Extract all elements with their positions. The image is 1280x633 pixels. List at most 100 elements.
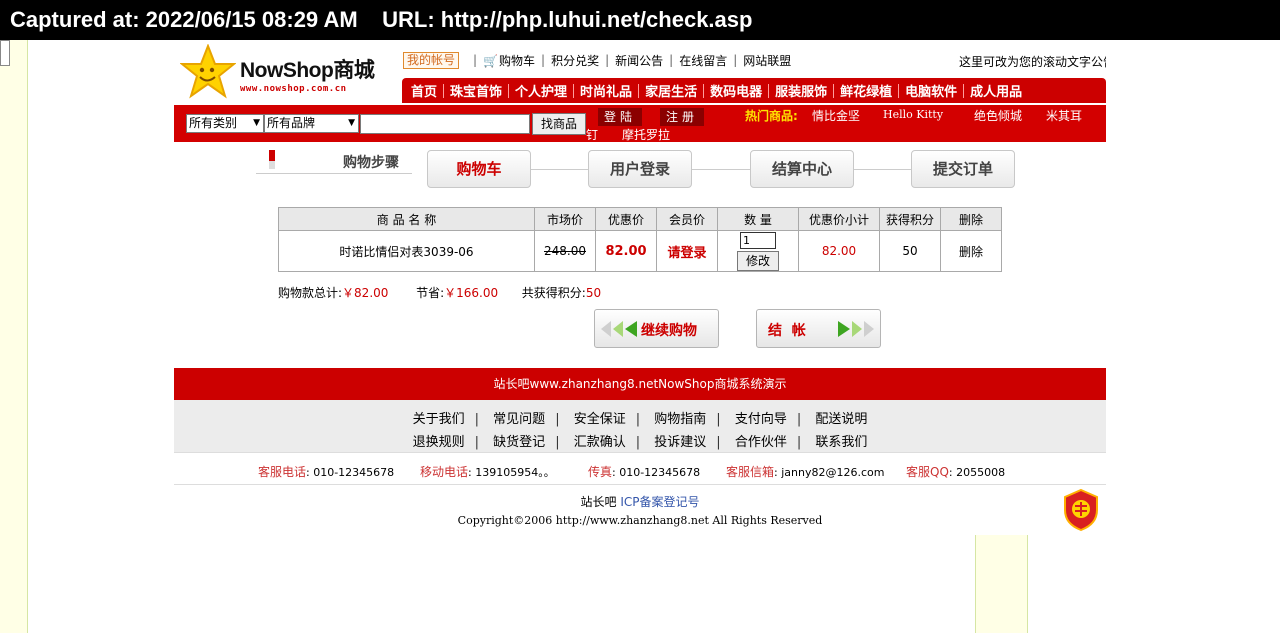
- icp-link[interactable]: ICP备案登记号: [620, 495, 699, 509]
- hot-item[interactable]: 米其耳: [1046, 107, 1082, 124]
- hot-item[interactable]: 摩托罗拉: [622, 126, 670, 143]
- col-header: 会员价: [656, 207, 718, 231]
- footer-link[interactable]: 支付向导: [735, 412, 787, 427]
- footer-banner: 站长吧www.zhanzhang8.netNowShop商城系统演示: [174, 368, 1106, 400]
- footer-link[interactable]: 安全保证: [574, 412, 626, 427]
- continue-shopping-label: 继续购物: [641, 323, 697, 339]
- footer-links-row: 退换规则 | 缺货登记 | 汇款确认 | 投诉建议 | 合作伙伴 | 联系我们: [412, 435, 868, 450]
- cart-summary: 购物款总计:￥82.00 节省:￥166.00 共获得积分:50: [278, 284, 601, 301]
- footer-link[interactable]: 投诉建议: [654, 435, 706, 450]
- copyright: Copyright©2006 http://www.zhanzhang8.net…: [457, 514, 823, 527]
- hot-products-label: 热门商品:: [745, 109, 798, 123]
- title-marker: [269, 161, 275, 169]
- footer-link[interactable]: 常见问题: [493, 412, 545, 427]
- points-total-label: 共获得积分:: [521, 286, 586, 300]
- nav-digital[interactable]: 数码电器: [704, 81, 768, 100]
- contact-phone: 客服电话: 010-12345678: [258, 465, 395, 479]
- nav-home-living[interactable]: 家居生活: [639, 81, 703, 100]
- step-checkout: 结算中心: [750, 150, 854, 188]
- affiliate-link[interactable]: 网站联盟: [743, 52, 791, 69]
- nav-jewelry[interactable]: 珠宝首饰: [444, 81, 508, 100]
- total-label: 购物款总计:: [278, 286, 343, 300]
- chevron-down-icon: ▼: [348, 118, 355, 128]
- register-button[interactable]: 注册: [660, 108, 704, 126]
- brand-select-value: 所有品牌: [267, 116, 316, 130]
- contact-mobile: 移动电话: 139105954。。: [420, 465, 555, 479]
- footer-link[interactable]: 缺货登记: [493, 435, 545, 450]
- main-nav: 首页 珠宝首饰 个人护理 时尚礼品 家居生活 数码电器 服装服饰 鲜花绿植 电脑…: [402, 78, 1106, 103]
- hot-item[interactable]: Hello Kitty: [883, 108, 943, 121]
- search-bar: 所有类别 ▼ 所有品牌 ▼ 找商品 登陆 注册 热门商品: 情比金坚 Hello K…: [174, 105, 1106, 142]
- divider: |: [541, 53, 546, 67]
- footer-link[interactable]: 关于我们: [413, 412, 465, 427]
- cart-link[interactable]: 🛒购物车: [483, 52, 535, 69]
- hot-item[interactable]: 情比金坚: [812, 107, 860, 124]
- trust-badge-icon[interactable]: [1063, 488, 1099, 532]
- footer-link[interactable]: 合作伙伴: [735, 435, 787, 450]
- step-submit: 提交订单: [911, 150, 1015, 188]
- brand-select[interactable]: 所有品牌 ▼: [264, 114, 359, 133]
- hot-item[interactable]: 钉: [586, 126, 598, 143]
- footer-links-row: 关于我们 | 常见问题 | 安全保证 | 购物指南 | 支付向导 | 配送说明: [412, 412, 868, 427]
- continue-shopping-button[interactable]: 继续购物: [594, 309, 719, 348]
- footer-link[interactable]: 联系我们: [815, 435, 867, 450]
- product-name[interactable]: 时诺比情侣对表3039-06: [278, 230, 535, 272]
- contact-fax: 传真: 010-12345678: [588, 465, 701, 479]
- footer-link[interactable]: 退换规则: [413, 435, 465, 450]
- nav-flowers[interactable]: 鲜花绿植: [834, 81, 898, 100]
- news-link[interactable]: 新闻公告: [615, 52, 663, 69]
- footer-link[interactable]: 汇款确认: [574, 435, 626, 450]
- nav-home[interactable]: 首页: [405, 81, 443, 100]
- top-links: 我的帐号 | 🛒购物车 | 积分兑奖 | 新闻公告 | 在线留言 | 网站联盟: [403, 51, 791, 69]
- checkout-label: 结 帐: [768, 323, 806, 339]
- footer-link[interactable]: 配送说明: [815, 412, 867, 427]
- step-cart: 购物车: [427, 150, 531, 188]
- divider: |: [473, 53, 478, 67]
- checkout-button[interactable]: 结 帐: [756, 309, 881, 348]
- quantity-input[interactable]: 1: [740, 231, 776, 249]
- member-price-login[interactable]: 请登录: [656, 230, 718, 272]
- scrolling-announcement: 这里可改为您的滚动文字公告: [959, 55, 1106, 69]
- category-select[interactable]: 所有类别 ▼: [186, 114, 264, 133]
- site-logo[interactable]: NowShop商城 www.nowshop.com.cn: [180, 44, 380, 104]
- my-account-button[interactable]: 我的帐号: [403, 51, 460, 69]
- nav-gifts[interactable]: 时尚礼品: [574, 81, 638, 100]
- icp-site: 站长吧: [580, 495, 617, 509]
- sale-price: 82.00: [595, 230, 657, 272]
- steps-title: 购物步骤: [256, 150, 412, 174]
- nav-adult[interactable]: 成人用品: [964, 81, 1028, 100]
- search-input[interactable]: [360, 114, 530, 134]
- arrow-right-icon: [838, 321, 874, 337]
- nav-personal-care[interactable]: 个人护理: [509, 81, 573, 100]
- contact-info: 客服电话: 010-12345678 移动电话: 139105954。。 传真:…: [174, 452, 1106, 485]
- table-header-row: 商 品 名 称 市场价 优惠价 会员价 数 量 优惠价小计 获得积分 删除: [278, 207, 1002, 231]
- col-header: 市场价: [534, 207, 596, 231]
- contact-email: 客服信箱: janny82@126.com: [726, 465, 885, 479]
- title-marker: [269, 150, 275, 161]
- table-row: 时诺比情侣对表3039-06 248.00 82.00 请登录 1 修改 82.…: [278, 230, 1002, 272]
- login-button[interactable]: 登陆: [598, 108, 642, 126]
- footer-link[interactable]: 购物指南: [654, 412, 706, 427]
- logo-url: www.nowshop.com.cn: [240, 84, 347, 94]
- step-login: 用户登录: [588, 150, 692, 188]
- col-header: 获得积分: [879, 207, 941, 231]
- divider: |: [605, 53, 610, 67]
- guestbook-link[interactable]: 在线留言: [679, 52, 727, 69]
- nav-clothing[interactable]: 服装服饰: [769, 81, 833, 100]
- hot-item[interactable]: 绝色倾城: [974, 107, 1022, 124]
- total-value: ￥82.00: [342, 286, 389, 300]
- star-logo-icon: [180, 44, 236, 99]
- divider: |: [733, 53, 738, 67]
- save-label: 节省:: [416, 286, 445, 300]
- nav-software[interactable]: 电脑软件: [899, 81, 963, 100]
- contact-qq: 客服QQ: 2055008: [906, 465, 1006, 479]
- find-products-button[interactable]: 找商品: [532, 113, 586, 135]
- shop-page: NowShop商城 www.nowshop.com.cn 我的帐号 | 🛒购物车…: [174, 40, 1106, 633]
- points-link[interactable]: 积分兑奖: [551, 52, 599, 69]
- chevron-down-icon: ▼: [253, 118, 260, 128]
- delete-link[interactable]: 删除: [940, 230, 1002, 272]
- points-total-value: 50: [585, 286, 602, 300]
- modify-button[interactable]: 修改: [737, 250, 779, 271]
- save-value: ￥166.00: [444, 286, 499, 300]
- left-margin-column: [0, 40, 28, 633]
